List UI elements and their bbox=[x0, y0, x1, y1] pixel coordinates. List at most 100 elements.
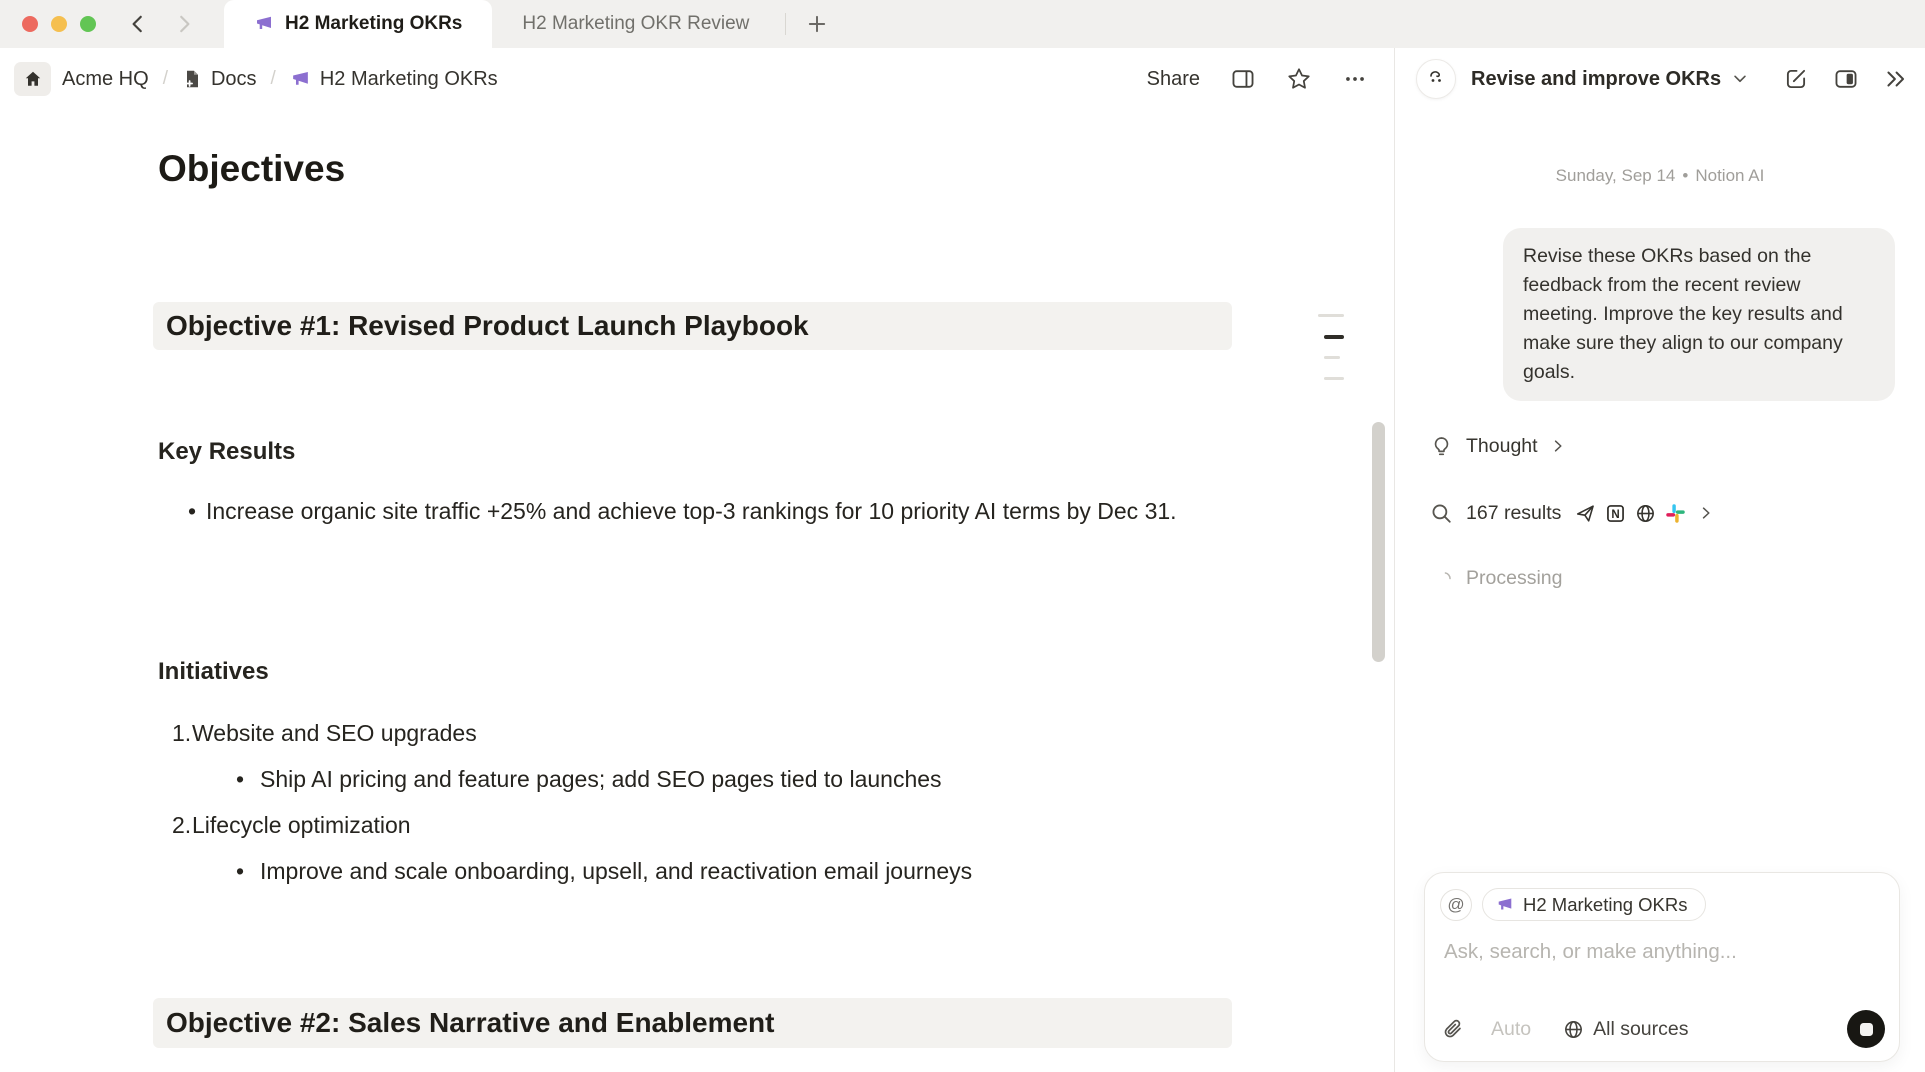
forward-button[interactable] bbox=[170, 10, 198, 38]
doc-plus-icon bbox=[182, 69, 202, 89]
collapse-panel-button[interactable] bbox=[1883, 66, 1909, 92]
star-icon bbox=[1286, 66, 1312, 92]
home-button[interactable] bbox=[14, 62, 51, 96]
forward-icon bbox=[173, 13, 195, 35]
processing-row: Processing bbox=[1430, 563, 1562, 593]
outline-dash[interactable] bbox=[1324, 356, 1340, 359]
mention-button[interactable]: @ bbox=[1440, 889, 1472, 921]
back-icon bbox=[127, 13, 149, 35]
tab-h2-marketing-okrs[interactable]: H2 Marketing OKRs bbox=[224, 0, 492, 48]
number-marker: 1. bbox=[158, 716, 192, 750]
chevron-right-icon bbox=[1698, 505, 1714, 521]
objective1-heading: Objective #1: Revised Product Launch Pla… bbox=[153, 302, 1232, 350]
stop-generation-button[interactable] bbox=[1847, 1010, 1885, 1048]
home-icon bbox=[23, 69, 43, 89]
ai-avatar bbox=[1416, 59, 1456, 99]
bullet-marker: • bbox=[158, 762, 260, 796]
attach-button[interactable] bbox=[1442, 1018, 1465, 1041]
ai-composer[interactable]: @ H2 Marketing OKRs Auto All sources bbox=[1424, 872, 1900, 1062]
ai-panel-header: Revise and improve OKRs bbox=[1395, 48, 1925, 110]
results-count-label: 167 results bbox=[1466, 502, 1561, 525]
megaphone-icon bbox=[290, 69, 311, 90]
breadcrumb-page[interactable]: H2 Marketing OKRs bbox=[290, 68, 498, 91]
initiatives-heading: Initiatives bbox=[158, 658, 269, 686]
chat-date: Sunday, Sep 14 bbox=[1556, 166, 1676, 185]
new-chat-button[interactable] bbox=[1783, 66, 1809, 92]
initiative-sub-item: • Improve and scale onboarding, upsell, … bbox=[158, 854, 972, 888]
close-button[interactable] bbox=[22, 16, 38, 32]
more-options-button[interactable] bbox=[1342, 66, 1368, 92]
mode-auto-button[interactable]: Auto bbox=[1491, 1018, 1531, 1041]
all-sources-label: All sources bbox=[1593, 1018, 1688, 1041]
compose-icon bbox=[1783, 66, 1809, 92]
paperclip-icon bbox=[1442, 1018, 1465, 1041]
ai-panel: Sunday, Sep 14•Notion AI Revise these OK… bbox=[1395, 110, 1925, 1072]
context-chip[interactable]: H2 Marketing OKRs bbox=[1482, 888, 1706, 921]
date-dot-separator: • bbox=[1675, 166, 1695, 185]
breadcrumb-page-label: H2 Marketing OKRs bbox=[320, 68, 498, 91]
all-sources-button[interactable]: All sources bbox=[1563, 1018, 1688, 1041]
outline-dash-active[interactable] bbox=[1324, 335, 1344, 339]
lightbulb-icon bbox=[1430, 435, 1453, 458]
panel-toggle-button[interactable] bbox=[1833, 66, 1859, 92]
spinner-icon bbox=[1436, 570, 1453, 587]
share-button[interactable]: Share bbox=[1147, 68, 1200, 91]
initiative-title: Website and SEO upgrades bbox=[192, 716, 477, 750]
megaphone-icon bbox=[1496, 896, 1514, 914]
thought-label: Thought bbox=[1466, 435, 1538, 458]
window-titlebar: H2 Marketing OKRs H2 Marketing OKR Revie… bbox=[0, 0, 1925, 48]
outline-dash[interactable] bbox=[1318, 314, 1344, 317]
more-options-icon bbox=[1342, 66, 1368, 92]
breadcrumb-workspace[interactable]: Acme HQ bbox=[62, 68, 149, 91]
zoom-button[interactable] bbox=[80, 16, 96, 32]
breadcrumb-separator: / bbox=[268, 68, 279, 90]
ai-face-icon bbox=[1424, 67, 1448, 91]
objective2-heading: Objective #2: Sales Narrative and Enable… bbox=[153, 998, 1232, 1048]
key-results-list: • Increase organic site traffic +25% and… bbox=[158, 492, 1228, 530]
number-marker: 2. bbox=[158, 808, 192, 842]
plus-icon bbox=[806, 13, 828, 35]
slack-icon bbox=[1665, 503, 1686, 524]
thread-dropdown[interactable] bbox=[1731, 70, 1749, 88]
side-peek-icon bbox=[1230, 66, 1256, 92]
chevron-down-icon bbox=[1731, 70, 1749, 88]
breadcrumb-separator: / bbox=[160, 68, 171, 90]
ai-prompt-input[interactable] bbox=[1444, 940, 1874, 964]
window-controls bbox=[0, 16, 96, 32]
bullet-marker: • bbox=[158, 854, 260, 888]
paper-plane-icon bbox=[1575, 503, 1596, 524]
bullet-marker: • bbox=[158, 492, 206, 530]
favorite-button[interactable] bbox=[1286, 66, 1312, 92]
minimize-button[interactable] bbox=[51, 16, 67, 32]
search-results-row[interactable]: 167 results N bbox=[1430, 498, 1714, 528]
back-button[interactable] bbox=[124, 10, 152, 38]
breadcrumb-docs-label: Docs bbox=[211, 68, 257, 91]
svg-text:N: N bbox=[1612, 508, 1620, 520]
key-results-bullet-text: Increase organic site traffic +25% and a… bbox=[206, 492, 1226, 530]
new-tab-button[interactable] bbox=[800, 7, 834, 41]
initiative-sub-text: Improve and scale onboarding, upsell, an… bbox=[260, 854, 972, 888]
outline-dash[interactable] bbox=[1324, 377, 1344, 380]
ai-thread-title[interactable]: Revise and improve OKRs bbox=[1471, 68, 1721, 91]
double-chevron-icon bbox=[1883, 66, 1909, 92]
initiative-sub-text: Ship AI pricing and feature pages; add S… bbox=[260, 762, 942, 796]
tab-h2-marketing-okr-review[interactable]: H2 Marketing OKR Review bbox=[492, 0, 779, 48]
thought-row[interactable]: Thought bbox=[1430, 431, 1566, 461]
breadcrumb-workspace-label: Acme HQ bbox=[62, 68, 149, 91]
initiative-sub-item: • Ship AI pricing and feature pages; add… bbox=[158, 762, 942, 796]
stop-icon bbox=[1860, 1023, 1873, 1036]
scrollbar-thumb[interactable] bbox=[1372, 422, 1385, 662]
initiative-item: 1. Website and SEO upgrades bbox=[158, 716, 477, 750]
chevron-right-icon bbox=[1550, 438, 1566, 454]
notion-icon: N bbox=[1605, 503, 1626, 524]
tab-label: H2 Marketing OKRs bbox=[285, 13, 462, 35]
processing-label: Processing bbox=[1466, 567, 1562, 590]
megaphone-icon bbox=[254, 14, 274, 34]
side-peek-button[interactable] bbox=[1230, 66, 1256, 92]
key-results-heading: Key Results bbox=[158, 438, 295, 466]
globe-icon bbox=[1563, 1019, 1584, 1040]
tab-divider bbox=[785, 13, 786, 35]
search-icon bbox=[1430, 502, 1453, 525]
breadcrumb-docs[interactable]: Docs bbox=[182, 68, 257, 91]
user-message-bubble: Revise these OKRs based on the feedback … bbox=[1503, 228, 1895, 401]
